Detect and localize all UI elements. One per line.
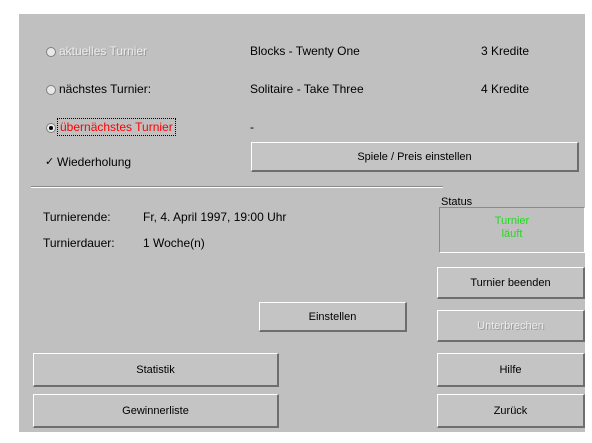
wiederholung-label: Wiederholung: [57, 155, 132, 169]
turnier-beenden-button[interactable]: Turnier beenden: [437, 267, 585, 299]
aktuelles-turnier-credits: 3 Kredite: [481, 44, 530, 58]
turnierdauer-value: 1 Woche(n): [143, 236, 205, 250]
status-line-2: läuft: [501, 228, 523, 240]
section-separator: [31, 186, 443, 188]
radio-naechstes-turnier[interactable]: [46, 85, 56, 95]
naechstes-turnier-label: nächstes Turnier:: [59, 82, 152, 96]
gewinnerliste-button[interactable]: Gewinnerliste: [33, 394, 279, 428]
unterbrechen-button[interactable]: Unterbrechen: [437, 310, 585, 342]
status-line-1: Turnier: [494, 215, 530, 227]
hilfe-button[interactable]: Hilfe: [437, 353, 585, 387]
einstellen-button[interactable]: Einstellen: [259, 302, 407, 332]
aktuelles-turnier-label: aktuelles Turnier: [59, 44, 148, 58]
aktuelles-turnier-game: Blocks - Twenty One: [250, 44, 360, 58]
naechstes-turnier-game: Solitaire - Take Three: [250, 82, 364, 96]
status-box: Turnier läuft: [439, 207, 585, 253]
uebernaechstes-turnier-label: übernächstes Turnier: [57, 118, 176, 136]
tournament-settings-panel: aktuelles Turnier Blocks - Twenty One 3 …: [19, 14, 585, 432]
radio-uebernaechstes-turnier[interactable]: [46, 123, 56, 133]
radio-aktuelles-turnier[interactable]: [46, 47, 56, 57]
spiele-preis-einstellen-button[interactable]: Spiele / Preis einstellen: [251, 142, 579, 172]
statistik-button[interactable]: Statistik: [33, 353, 279, 387]
zurueck-button[interactable]: Zurück: [437, 394, 585, 428]
turnierende-label: Turnierende:: [43, 210, 111, 224]
wiederholung-checkbox[interactable]: ✓: [45, 155, 54, 168]
uebernaechstes-turnier-game: -: [250, 120, 254, 134]
turnierende-value: Fr, 4. April 1997, 19:00 Uhr: [143, 210, 287, 224]
naechstes-turnier-credits: 4 Kredite: [481, 82, 530, 96]
turnierdauer-label: Turnierdauer:: [43, 236, 115, 250]
